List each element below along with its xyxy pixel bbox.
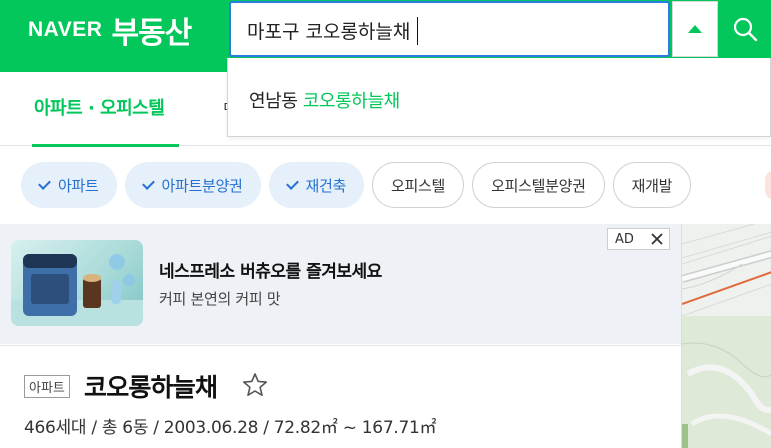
property-type-badge: 아파트 (24, 375, 70, 398)
check-icon (38, 176, 51, 190)
filter-chip-officetel[interactable]: 오피스텔 (372, 162, 465, 208)
coffee-machine-illustration (11, 254, 143, 326)
filter-chip-partial[interactable] (765, 170, 771, 200)
filter-chip-officetel-presale[interactable]: 오피스텔분양권 (472, 162, 605, 208)
filter-chip-label: 재개발 (631, 176, 673, 195)
app-root: NAVER 부동산 아파트 · 오피스텔 ㄷ 아파트 아파 (0, 0, 771, 448)
autocomplete-toggle-button[interactable] (672, 1, 718, 57)
tab-apartment-officetel[interactable]: 아파트 · 오피스텔 (34, 94, 165, 120)
active-tab-indicator (32, 144, 179, 147)
filter-chip-label: 아파트분양권 (161, 176, 243, 195)
ad-product-image (11, 240, 143, 326)
filter-chip-apartment-presale[interactable]: 아파트분양권 (124, 162, 261, 208)
close-icon[interactable] (651, 233, 663, 245)
autocomplete-item[interactable]: 연남동 코오롱하늘채 (249, 87, 400, 113)
filter-chip-label: 재건축 (305, 176, 347, 195)
search-input[interactable] (247, 15, 647, 45)
filter-chip-redevelopment[interactable]: 재개발 (612, 162, 692, 208)
ad-badge: AD (607, 228, 670, 250)
filter-chip-reconstruction[interactable]: 재건축 (268, 162, 365, 208)
ad-title[interactable]: 네스프레소 버츄오를 즐겨보세요 (159, 257, 382, 282)
filter-chips: 아파트 아파트분양권 재건축 오피스텔 오피스텔분양권 재개발 (21, 162, 692, 208)
filter-chip-label: 아파트 (58, 176, 99, 195)
property-name: 코오롱하늘채 (84, 373, 218, 402)
autocomplete-dropdown: 연남동 코오롱하늘채 (227, 58, 771, 137)
text-cursor (417, 17, 418, 45)
filter-chip-label: 오피스텔 (391, 176, 446, 195)
suggestion-region: 연남동 (249, 91, 298, 112)
star-outline-icon[interactable] (242, 372, 268, 398)
check-icon (141, 176, 155, 190)
property-meta: 466세대 / 총 6동 / 2003.06.28 / 72.82㎡ ~ 167… (24, 418, 437, 438)
ad-banner[interactable]: 네스프레소 버츄오를 즐겨보세요 커피 본연의 커피 맛 (0, 224, 681, 344)
search-button[interactable] (718, 1, 771, 57)
ad-label: AD (615, 231, 634, 247)
ad-subtitle[interactable]: 커피 본연의 커피 맛 (159, 288, 281, 309)
search-box[interactable] (229, 1, 670, 57)
caret-up-icon (688, 25, 702, 33)
search-icon (733, 17, 757, 42)
map-view[interactable] (681, 224, 771, 448)
logo[interactable]: NAVER 부동산 (28, 10, 192, 51)
property-summary: 아파트 코오롱하늘채 466세대 / 총 6동 / 2003.06.28 / 7… (0, 345, 681, 448)
map-graphic (682, 224, 771, 448)
check-icon (285, 176, 299, 190)
logo-brand: NAVER (28, 18, 103, 41)
suggestion-match: 코오롱하늘채 (302, 91, 400, 112)
filter-chip-label: 오피스텔분양권 (491, 176, 586, 195)
logo-service-name: 부동산 (111, 16, 192, 51)
filter-chip-apartment[interactable]: 아파트 (21, 162, 117, 208)
